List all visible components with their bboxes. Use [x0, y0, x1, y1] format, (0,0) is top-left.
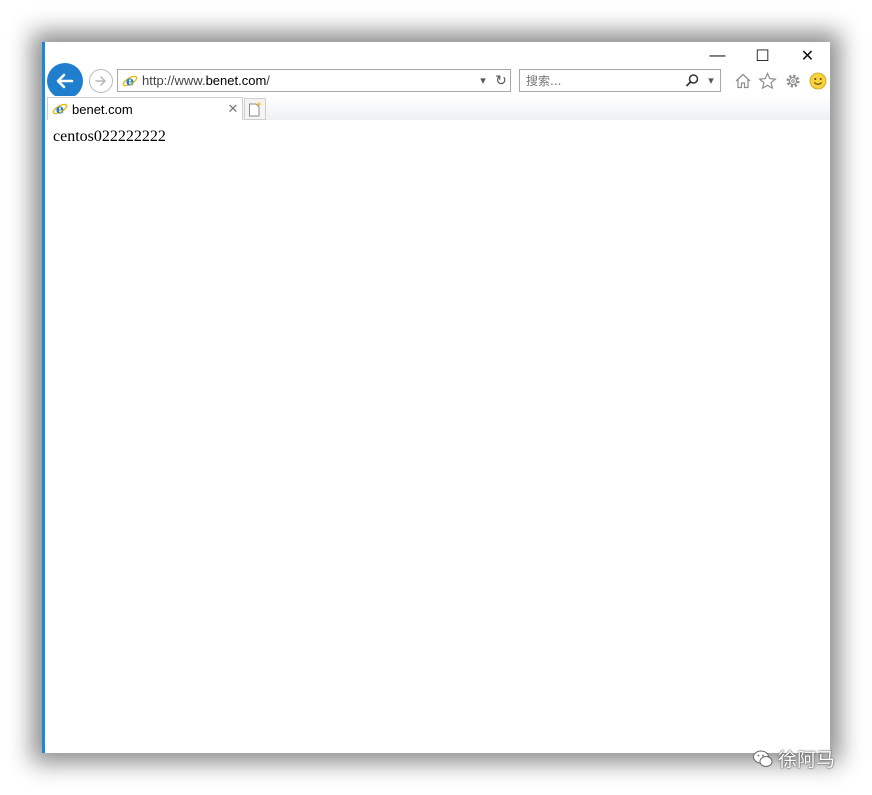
wechat-icon — [753, 750, 773, 767]
settings-gear-icon[interactable] — [781, 70, 804, 92]
address-dropdown[interactable]: ▾ — [474, 74, 492, 87]
search-box[interactable]: ▾ — [519, 69, 721, 92]
watermark-text: 徐阿马 — [778, 749, 836, 771]
maximize-button[interactable]: ☐ — [740, 42, 785, 70]
window-caption-buttons: — ☐ ✕ — [695, 42, 830, 70]
address-bar[interactable]: e http://www.benet.com/ ▾ ↻ — [117, 69, 511, 92]
close-button[interactable]: ✕ — [785, 42, 830, 70]
svg-text:e: e — [126, 74, 134, 89]
ie-logo-icon: e — [122, 73, 138, 89]
forward-button[interactable] — [89, 69, 113, 93]
new-tab-button[interactable] — [244, 98, 266, 120]
new-tab-icon — [249, 101, 262, 117]
search-dropdown[interactable]: ▾ — [702, 74, 720, 87]
address-suffix: / — [266, 73, 270, 88]
page-body-text: centos022222222 — [53, 128, 166, 145]
ie-logo-icon: e — [52, 101, 68, 117]
address-text[interactable]: http://www.benet.com/ — [142, 73, 474, 88]
command-icons — [731, 70, 829, 92]
refresh-button[interactable]: ↻ — [492, 72, 510, 89]
address-domain: benet.com — [205, 73, 267, 88]
browser-window: — ☐ ✕ e http://www.benet.com/ ▾ ↻ ▾ — [42, 42, 830, 753]
watermark: 徐阿马 — [752, 745, 835, 772]
favorites-star-icon[interactable] — [756, 70, 779, 92]
minimize-button[interactable]: — — [695, 42, 740, 70]
search-icon[interactable] — [684, 73, 700, 89]
tab-benet[interactable]: e benet.com ✕ — [47, 97, 243, 120]
smiley-feedback-icon[interactable] — [806, 70, 829, 92]
tab-title: benet.com — [72, 101, 133, 117]
back-button[interactable] — [47, 63, 83, 99]
tab-bar: e benet.com ✕ — [45, 96, 830, 120]
address-prefix: http://www. — [142, 73, 206, 88]
svg-text:e: e — [56, 103, 64, 118]
forward-arrow-icon — [95, 76, 106, 86]
tab-close-button[interactable]: ✕ — [224, 101, 242, 117]
home-icon[interactable] — [731, 70, 754, 92]
back-arrow-icon — [56, 73, 74, 89]
search-input[interactable] — [520, 71, 684, 90]
